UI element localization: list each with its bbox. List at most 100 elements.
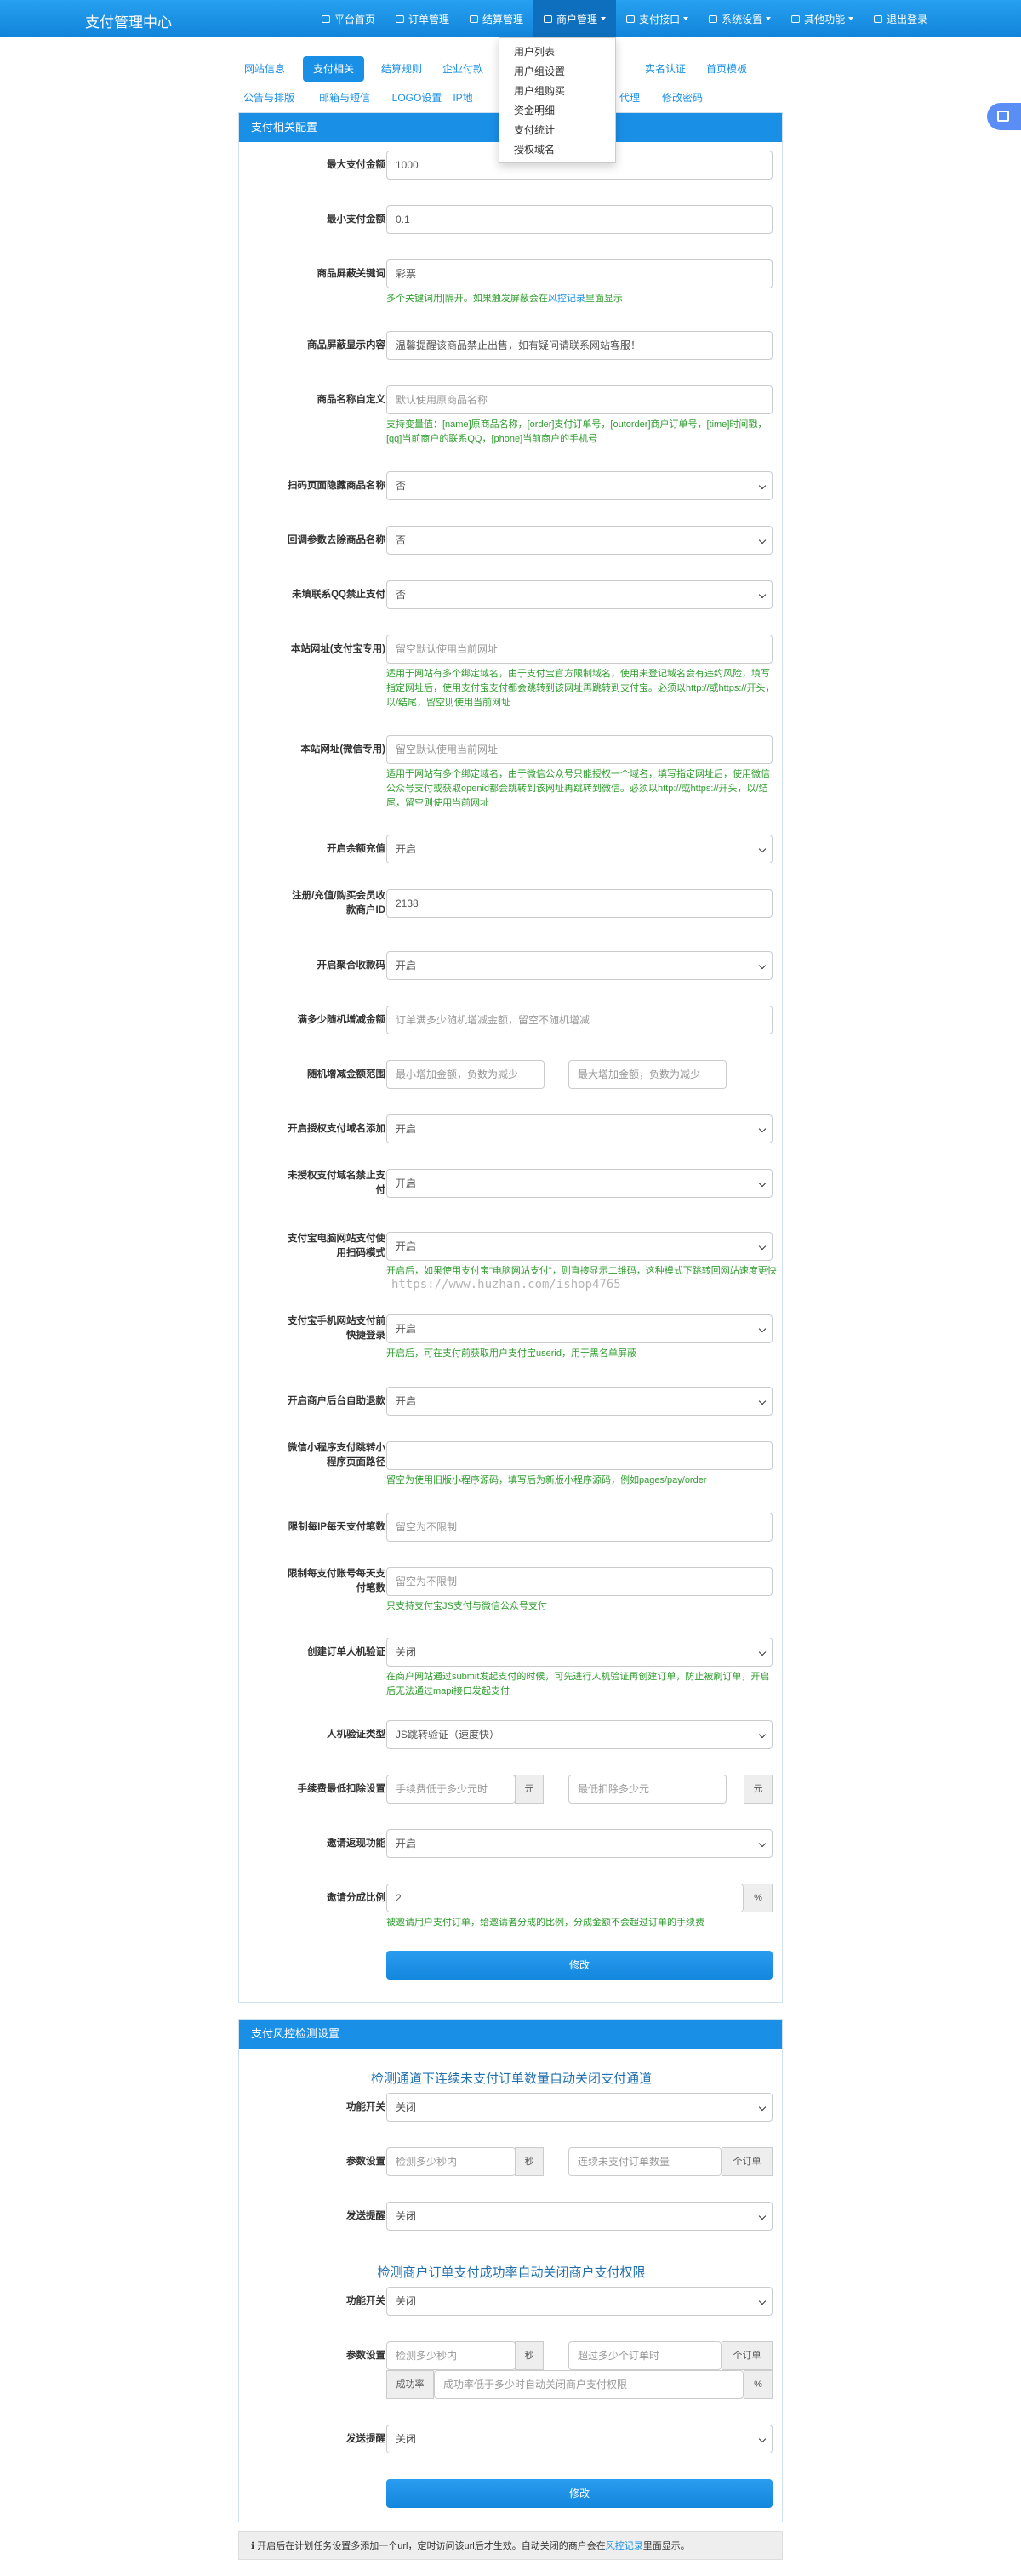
menu-item-group-settings[interactable]: 用户组设置 <box>499 62 615 82</box>
watermark-text: https://www.huzhan.com/ishop4765 <box>391 1278 621 1291</box>
s2-success-rate-input[interactable]: 成功率低于多少时自动关闭商户支付权限 <box>434 2370 744 2399</box>
save-risk-config-button[interactable]: 修改 <box>386 2479 773 2508</box>
field-label: 发送提醒 <box>346 2211 385 2221</box>
field-label: 微信小程序支付跳转小程序页面路径 <box>288 1443 385 1468</box>
menu-item-group-purchase[interactable]: 用户组购买 <box>499 82 615 101</box>
s2-notify-select[interactable]: 关闭 <box>386 2425 773 2453</box>
user-icon <box>544 14 553 23</box>
tab-enterprise-pay[interactable]: 企业付款 <box>436 56 490 82</box>
min-amount-input[interactable]: 0.1 <box>386 205 773 234</box>
tab-logo[interactable]: LOGO设置 <box>386 85 448 111</box>
nav-other[interactable]: 其他功能 <box>781 0 864 37</box>
field-label: 满多少随机增减金额 <box>297 1015 386 1025</box>
unit-addon: 个订单 <box>722 2147 773 2176</box>
min-fee-amount-input[interactable]: 最低扣除多少元 <box>568 1775 727 1804</box>
miniprogram-path-input[interactable] <box>386 1441 773 1470</box>
tab-agent[interactable]: 代理 <box>613 85 647 111</box>
payment-config-panel: 支付相关配置 最大支付金额 1000 最小支付金额 0.1 商品屏蔽关键词 彩票… <box>238 112 783 2003</box>
list-icon <box>396 14 405 23</box>
nav-logout[interactable]: 退出登录 <box>864 0 938 37</box>
nav-merchants[interactable]: 商户管理 <box>533 0 617 37</box>
footer-text: 里面显示。 <box>642 2541 690 2551</box>
field-label: 邀请返现功能 <box>327 1838 385 1849</box>
hide-name-scan-select[interactable]: 否 <box>386 471 773 500</box>
s2-seconds-input[interactable]: 检测多少秒内 <box>386 2341 516 2370</box>
block-message-input[interactable]: 温馨提醒该商品禁止出售，如有疑问请联系网站客服！ <box>386 331 773 360</box>
strip-name-callback-select[interactable]: 否 <box>386 526 773 555</box>
home-icon <box>322 14 330 23</box>
captcha-select[interactable]: 关闭 <box>386 1638 773 1667</box>
field-label: 支付宝手机网站支付前快捷登录 <box>288 1316 385 1341</box>
s1-notify-select[interactable]: 关闭 <box>386 2202 773 2231</box>
gear-icon <box>709 14 718 23</box>
self-refund-select[interactable]: 开启 <box>386 1387 773 1416</box>
help-text: 留空为使用旧版小程序源码，填写后为新版小程序源码，例如pages/pay/ord… <box>386 1475 707 1485</box>
tab-notice-layout[interactable]: 公告与排版 <box>238 85 299 111</box>
s2-order-count-input[interactable]: 超过多少个订单时 <box>568 2341 722 2370</box>
tab-change-password[interactable]: 修改密码 <box>655 85 710 111</box>
menu-item-pay-stats[interactable]: 支付统计 <box>499 121 615 140</box>
main-nav: 平台首页 订单管理 结算管理 商户管理 支付接口 系统设置 其他功能 退出登录 <box>311 0 938 37</box>
s1-switch-select[interactable]: 关闭 <box>386 2093 773 2122</box>
globe-icon <box>791 14 801 23</box>
random-threshold-input[interactable]: 订单满多少随机增减金额，留空不随机增减 <box>386 1006 773 1034</box>
aggregate-qr-select[interactable]: 开启 <box>386 951 773 980</box>
nav-settlement[interactable]: 结算管理 <box>459 0 533 37</box>
section-title-channel: 检测通道下连续未支付订单数量自动关闭支付通道 <box>370 2072 652 2086</box>
nav-orders[interactable]: 订单管理 <box>385 0 459 37</box>
tab-payment[interactable]: 支付相关 <box>303 56 364 82</box>
alipay-pc-scan-select[interactable]: 开启 <box>386 1232 773 1261</box>
field-label: 限制每IP每天支付笔数 <box>288 1522 385 1532</box>
tab-ip[interactable]: IP地 <box>453 85 473 111</box>
merchant-id-input[interactable]: 2138 <box>386 889 773 918</box>
block-keywords-input[interactable]: 彩票 <box>386 259 773 288</box>
risk-log-link[interactable]: 风控记录 <box>548 294 585 304</box>
product-name-input[interactable]: 默认使用原商品名称 <box>386 385 773 414</box>
s1-seconds-input[interactable]: 检测多少秒内 <box>386 2147 516 2176</box>
tab-realname[interactable]: 实名认证 <box>638 56 693 82</box>
alipay-quick-login-select[interactable]: 开启 <box>386 1314 773 1343</box>
prefix-addon: 成功率 <box>386 2370 434 2399</box>
wechat-site-url-input[interactable]: 留空默认使用当前网址 <box>386 735 773 764</box>
unit-addon: 元 <box>744 1775 773 1804</box>
balance-recharge-select[interactable]: 开启 <box>386 835 773 863</box>
nav-payment-api[interactable]: 支付接口 <box>616 0 699 37</box>
captcha-type-select[interactable]: JS跳转验证（速度快） <box>386 1720 773 1749</box>
s2-switch-select[interactable]: 关闭 <box>386 2287 773 2316</box>
account-daily-limit-input[interactable]: 留空为不限制 <box>386 1567 773 1596</box>
min-fee-threshold-input[interactable]: 手续费低于多少元时 <box>386 1775 516 1804</box>
tab-site-info[interactable]: 网站信息 <box>238 56 291 82</box>
field-label: 未授权支付域名禁止支付 <box>288 1171 385 1195</box>
menu-item-user-list[interactable]: 用户列表 <box>499 43 615 62</box>
invite-cashback-select[interactable]: 开启 <box>386 1829 773 1858</box>
random-max-input[interactable]: 最大增加金额，负数为减少 <box>568 1060 727 1089</box>
section-title-merchant: 检测商户订单支付成功率自动关闭商户支付权限 <box>377 2265 646 2280</box>
info-footer: ℹ 开启后在计划任务设置多添加一个url，定时访问该url后才生效。自动关闭的商… <box>238 2531 783 2560</box>
nav-system-settings[interactable]: 系统设置 <box>699 0 781 37</box>
menu-item-auth-domains[interactable]: 授权域名 <box>499 140 615 160</box>
require-qq-select[interactable]: 否 <box>386 580 773 609</box>
tab-settle-rules[interactable]: 结算规则 <box>374 56 429 82</box>
risk-log-link[interactable]: 风控记录 <box>606 2541 643 2551</box>
help-text: 开启后，如果使用支付宝"电脑网站支付"，则直接显示二维码，这种模式下跳转回网站速… <box>386 1266 777 1276</box>
risk-control-panel: 支付风控检测设置 检测通道下连续未支付订单数量自动关闭支付通道 功能开关 关闭 … <box>238 2019 783 2522</box>
side-float-button[interactable] <box>987 103 1021 130</box>
alipay-site-url-input[interactable]: 留空默认使用当前网址 <box>386 635 773 664</box>
help-text: 只支持支付宝JS支付与微信公众号支付 <box>386 1601 547 1611</box>
unauth-domain-block-select[interactable]: 开启 <box>386 1169 773 1198</box>
s1-unpaid-count-input[interactable]: 连续未支付订单数量 <box>568 2147 722 2176</box>
tab-home-template[interactable]: 首页模板 <box>699 56 754 82</box>
tab-mail-sms[interactable]: 邮箱与短信 <box>311 85 378 111</box>
help-text: 支持变量值：[name]原商品名称，[order]支付订单号，[outorder… <box>386 419 767 444</box>
brand-title[interactable]: 支付管理中心 <box>85 10 172 31</box>
auth-domain-add-select[interactable]: 开启 <box>386 1114 773 1143</box>
invite-ratio-input[interactable]: 2 <box>386 1884 744 1912</box>
ip-daily-limit-input[interactable]: 留空为不限制 <box>386 1513 773 1542</box>
random-min-input[interactable]: 最小增加金额，负数为减少 <box>386 1060 545 1089</box>
field-label: 发送提醒 <box>346 2434 385 2444</box>
field-label: 人机验证类型 <box>327 1730 385 1740</box>
save-payment-config-button[interactable]: 修改 <box>386 1951 773 1980</box>
menu-item-fund-details[interactable]: 资金明细 <box>499 101 615 121</box>
nav-home[interactable]: 平台首页 <box>311 0 385 37</box>
field-label: 参数设置 <box>346 2351 385 2361</box>
